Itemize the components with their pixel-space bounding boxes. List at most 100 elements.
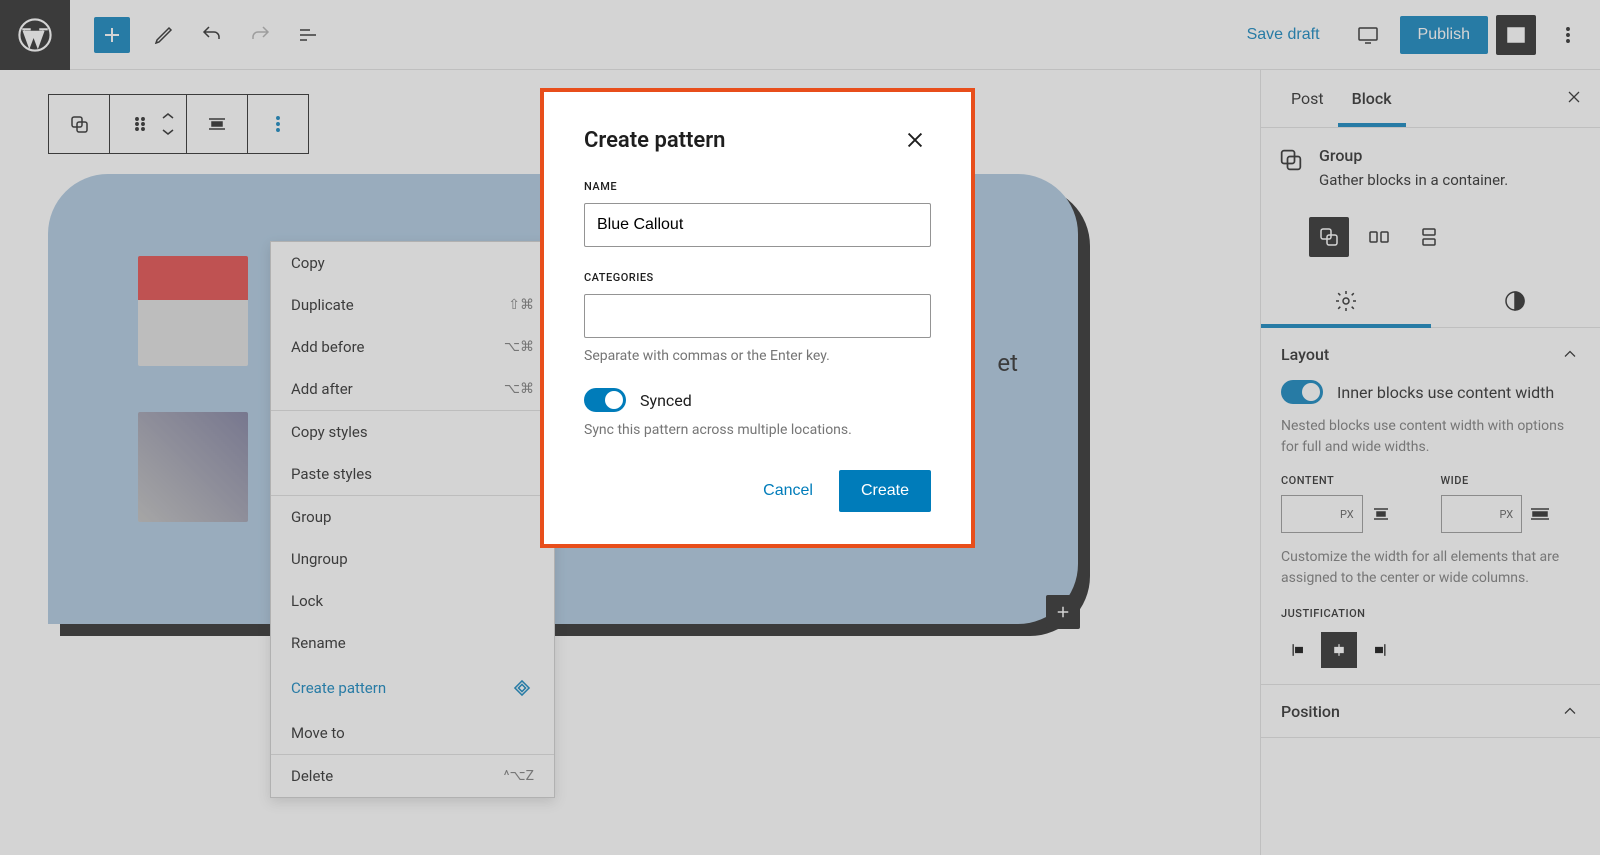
contrast-icon [1503,289,1527,313]
ctx-add-after[interactable]: Add after⌥⌘ [271,368,554,410]
synced-help: Sync this pattern across multiple locati… [584,422,931,438]
publish-button[interactable]: Publish [1400,16,1488,54]
pattern-name-input[interactable] [584,203,931,247]
ctx-rename[interactable]: Rename [271,622,554,664]
undo-icon [200,23,224,47]
justify-center-icon [1329,640,1349,660]
categories-label: CATEGORIES [584,271,931,284]
ctx-paste-styles[interactable]: Paste styles [271,453,554,495]
block-desc: Gather blocks in a container. [1319,171,1508,189]
more-options-button[interactable] [1544,11,1592,59]
tab-block[interactable]: Block [1338,71,1406,126]
justify-right[interactable] [1361,632,1397,668]
tab-post[interactable]: Post [1277,71,1338,126]
close-icon [904,129,926,151]
move-down-button[interactable] [160,124,176,140]
justify-left-icon [1289,640,1309,660]
chevron-up-icon [1560,344,1580,364]
plus-icon [100,23,124,47]
block-name: Group [1319,146,1508,165]
group-icon [67,112,91,136]
synced-label: Synced [640,391,692,410]
subtab-settings[interactable] [1261,275,1431,327]
ctx-lock[interactable]: Lock [271,580,554,622]
ctx-ungroup[interactable]: Ungroup [271,538,554,580]
panel-layout: Layout Inner blocks use content width Ne… [1261,328,1600,685]
ctx-copy[interactable]: Copy [271,242,554,284]
align-icon [205,112,229,136]
redo-button[interactable] [236,11,284,59]
wide-label: WIDE [1441,474,1581,487]
create-pattern-modal: Create pattern NAME CATEGORIES Separate … [540,88,975,548]
justification-label: JUSTIFICATION [1281,607,1580,620]
canvas-sample-text: et [997,349,1018,377]
variation-row[interactable] [1359,217,1399,257]
name-label: NAME [584,180,931,193]
content-width-input[interactable]: PX [1281,495,1363,533]
justify-center[interactable] [1321,632,1357,668]
block-toolbar [48,94,309,154]
align-center-icon[interactable] [1369,502,1393,526]
preview-button[interactable] [1344,11,1392,59]
variation-stack[interactable] [1409,217,1449,257]
panel-position-toggle[interactable]: Position [1261,685,1600,737]
group-variant-icon [1317,225,1341,249]
align-wide-icon[interactable] [1528,502,1552,526]
block-context-menu: Copy Duplicate⇧⌘ Add before⌥⌘ Add after⌥… [270,241,555,798]
modal-close-button[interactable] [899,124,931,156]
desktop-icon [1356,23,1380,47]
ctx-duplicate[interactable]: Duplicate⇧⌘ [271,284,554,326]
subtab-styles[interactable] [1431,275,1600,327]
outline-button[interactable] [284,11,332,59]
ctx-copy-styles[interactable]: Copy styles [271,411,554,453]
chevron-up-icon [160,111,176,121]
close-icon [1564,87,1584,107]
panel-layout-toggle[interactable]: Layout [1261,328,1600,380]
create-button[interactable]: Create [839,470,931,512]
drag-icon [128,112,152,136]
block-type-button[interactable] [59,104,99,144]
inner-width-desc: Nested blocks use content width with opt… [1281,416,1580,458]
layout-variations [1261,207,1600,275]
wide-width-input[interactable]: PX [1441,495,1523,533]
block-info: Group Gather blocks in a container. [1261,128,1600,207]
variation-group[interactable] [1309,217,1349,257]
list-icon [296,23,320,47]
person-image-2 [138,412,248,522]
save-draft-button[interactable]: Save draft [1231,16,1336,54]
undo-button[interactable] [188,11,236,59]
diamond-icon [510,676,534,700]
sidebar-toggle-button[interactable] [1496,15,1536,55]
group-icon [1277,146,1305,174]
row-variant-icon [1367,225,1391,249]
settings-sidebar: Post Block Group Gather blocks in a cont… [1260,70,1600,855]
add-block-button[interactable] [94,17,130,53]
add-block-inline-button[interactable] [1046,595,1080,629]
categories-help: Separate with commas or the Enter key. [584,348,931,364]
tools-button[interactable] [140,11,188,59]
synced-toggle[interactable] [584,388,626,412]
cancel-button[interactable]: Cancel [745,470,831,512]
chevron-down-icon [160,127,176,137]
pencil-icon [152,23,176,47]
pattern-categories-input[interactable] [584,294,931,338]
gear-icon [1334,289,1358,313]
ctx-group[interactable]: Group [271,496,554,538]
wide-width-field[interactable] [1442,507,1492,522]
sidebar-close-button[interactable] [1564,87,1584,111]
wp-logo[interactable] [0,0,70,70]
sidebar-icon [1504,23,1528,47]
ctx-add-before[interactable]: Add before⌥⌘ [271,326,554,368]
content-width-field[interactable] [1282,507,1332,522]
modal-title: Create pattern [584,128,725,153]
block-options-button[interactable] [258,104,298,144]
ctx-create-pattern[interactable]: Create pattern [271,664,554,712]
inner-width-toggle[interactable] [1281,380,1323,404]
align-button[interactable] [197,104,237,144]
move-up-button[interactable] [160,108,176,124]
justify-left[interactable] [1281,632,1317,668]
ctx-move-to[interactable]: Move to [271,712,554,754]
content-label: CONTENT [1281,474,1421,487]
drag-handle[interactable] [120,104,160,144]
ctx-delete[interactable]: Delete^⌥Z [271,755,554,797]
